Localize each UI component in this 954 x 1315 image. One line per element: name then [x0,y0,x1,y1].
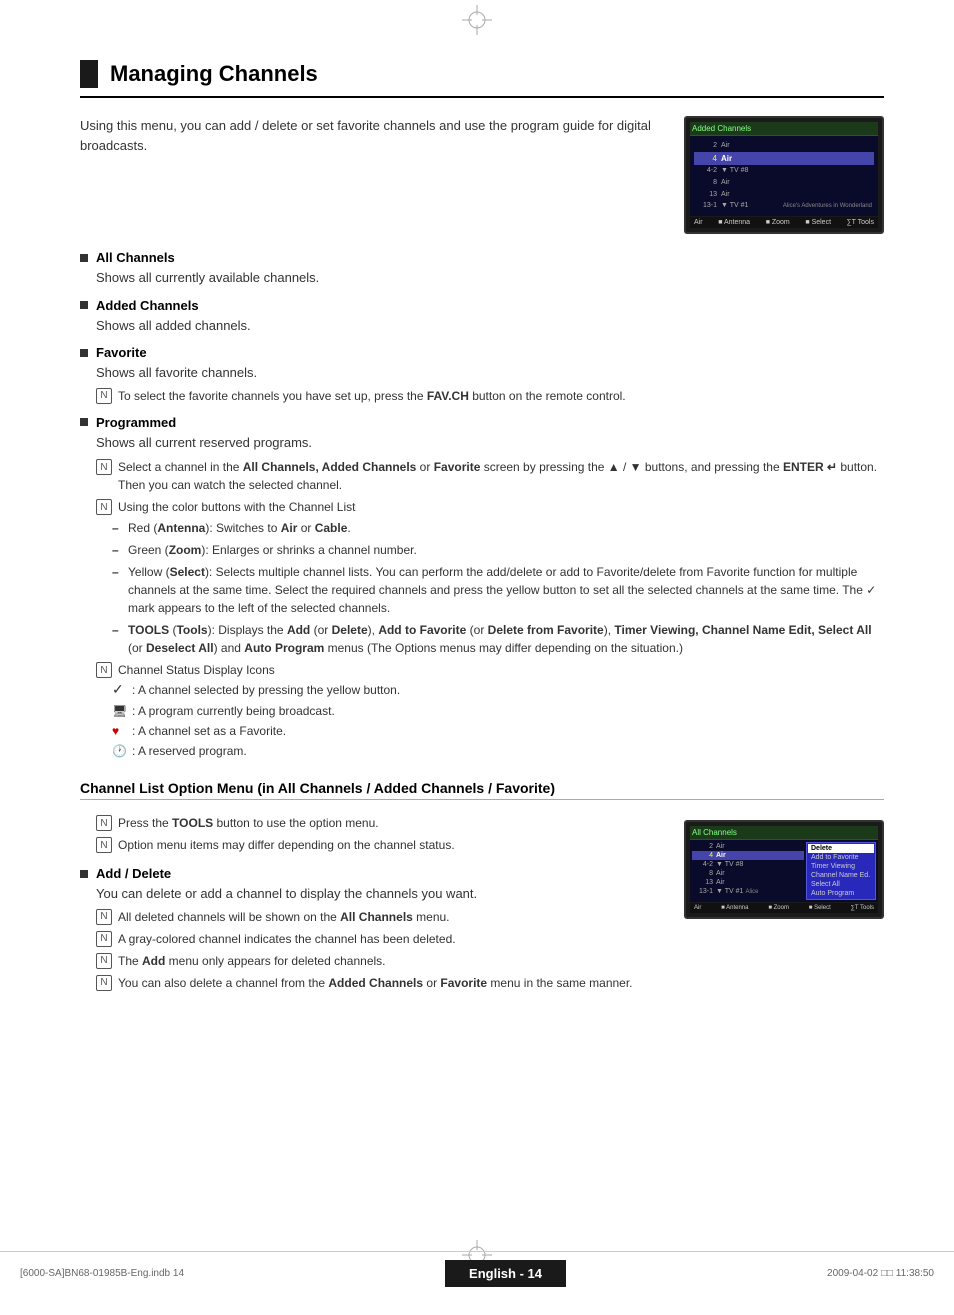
all-channels-body: Shows all currently available channels. [96,268,884,288]
note-icon-ad2: N [96,931,112,947]
note-icon-cl1: N [96,815,112,831]
section-title-bar: Managing Channels [80,60,884,98]
all-channels-section: All Channels Shows all currently availab… [80,250,884,288]
footer-left: [6000-SA]BN68-01985B-Eng.indb 14 [20,1268,184,1279]
channel-option-pair: N Press the TOOLS button to use the opti… [80,810,884,1002]
note-icon-2: N [96,499,112,515]
note-icon-status: N [96,662,112,678]
dash-green: – Green (Zoom): Enlarges or shrinks a ch… [112,541,884,559]
note-icon-1: N [96,459,112,475]
note-icon-cl2: N [96,837,112,853]
programmed-heading: Programmed [96,415,176,430]
add-delete-note-2: N A gray-colored channel indicates the c… [96,930,664,948]
footer-page-label: English - 14 [445,1260,566,1287]
note-icon-ad4: N [96,975,112,991]
favorite-note: N To select the favorite channels you ha… [96,387,884,405]
dash-red: – Red (Antenna): Switches to Air or Cabl… [112,519,884,537]
add-delete-note-4: N You can also delete a channel from the… [96,974,664,992]
add-delete-body: You can delete or add a channel to displ… [96,884,664,904]
tv-screen-2: All Channels 2 Air 4 Air 4-2 ▼ [684,820,884,919]
add-delete-note-1-text: All deleted channels will be shown on th… [118,908,664,926]
add-delete-note-1: N All deleted channels will be shown on … [96,908,664,926]
page-footer: [6000-SA]BN68-01985B-Eng.indb 14 English… [0,1251,954,1295]
programmed-body: Shows all current reserved programs. [96,433,884,453]
top-crosshair [462,5,492,35]
page-container: Managing Channels Using this menu, you c… [0,0,954,1315]
note-icon-ad3: N [96,953,112,969]
add-delete-note-4-text: You can also delete a channel from the A… [118,974,664,992]
channel-list-option-heading: Channel List Option Menu (in All Channel… [80,780,884,800]
added-channels-body: Shows all added channels. [96,316,884,336]
intro-text: Using this menu, you can add / delete or… [80,116,684,155]
bullet-favorite [80,349,88,357]
note-status: N Channel Status Display Icons [96,661,884,679]
added-channels-section: Added Channels Shows all added channels. [80,298,884,336]
page-title: Managing Channels [110,61,318,87]
footer-right: 2009-04-02 □□ 11:38:50 [827,1268,934,1279]
status-broadcast: 🖥 : A program currently being broadcast. [112,702,884,720]
favorite-note-text: To select the favorite channels you have… [118,387,884,405]
channel-option-left: N Press the TOOLS button to use the opti… [80,810,684,1002]
note-icon-fav: N [96,388,112,404]
note-1: N Select a channel in the All Channels, … [96,458,884,494]
dash-list: – Red (Antenna): Switches to Air or Cabl… [112,519,884,657]
tv-screen-1: Added Channels 2Air 4Air 4-2▼ TV #8 8Air… [684,116,884,234]
status-check: ✓ : A channel selected by pressing the y… [112,679,884,700]
channel-note-2: N Option menu items may differ depending… [96,836,664,854]
bullet-added-channels [80,301,88,309]
add-delete-note-3-text: The Add menu only appears for deleted ch… [118,952,664,970]
channel-note-1: N Press the TOOLS button to use the opti… [96,814,664,832]
channel-note-2-text: Option menu items may differ depending o… [118,836,664,854]
note-icon-ad1: N [96,909,112,925]
note-1-text: Select a channel in the All Channels, Ad… [118,458,884,494]
title-accent [80,60,98,88]
add-delete-section: Add / Delete You can delete or add a cha… [80,866,664,992]
note-2-text: Using the color buttons with the Channel… [118,498,884,516]
status-timer: 🕐 : A reserved program. [112,742,884,760]
dash-yellow: – Yellow (Select): Selects multiple chan… [112,563,884,617]
channel-list-option-section: Channel List Option Menu (in All Channel… [80,780,884,1002]
favorite-body: Shows all favorite channels. [96,363,884,383]
channel-note-1-text: Press the TOOLS button to use the option… [118,814,664,832]
favorite-heading: Favorite [96,345,147,360]
add-delete-heading: Add / Delete [96,866,171,881]
note-2: N Using the color buttons with the Chann… [96,498,884,516]
all-channels-heading: All Channels [96,250,175,265]
favorite-section: Favorite Shows all favorite channels. N … [80,345,884,405]
programmed-section: Programmed Shows all current reserved pr… [80,415,884,761]
bullet-all-channels [80,254,88,262]
bullet-programmed [80,418,88,426]
added-channels-heading: Added Channels [96,298,199,313]
bullet-add-delete [80,870,88,878]
status-heart: ♥ : A channel set as a Favorite. [112,722,884,740]
note-status-text: Channel Status Display Icons [118,661,884,679]
add-delete-note-3: N The Add menu only appears for deleted … [96,952,664,970]
dash-tools: – TOOLS (Tools): Displays the Add (or De… [112,621,884,657]
intro-row: Using this menu, you can add / delete or… [80,116,884,234]
add-delete-note-2-text: A gray-colored channel indicates the cha… [118,930,664,948]
